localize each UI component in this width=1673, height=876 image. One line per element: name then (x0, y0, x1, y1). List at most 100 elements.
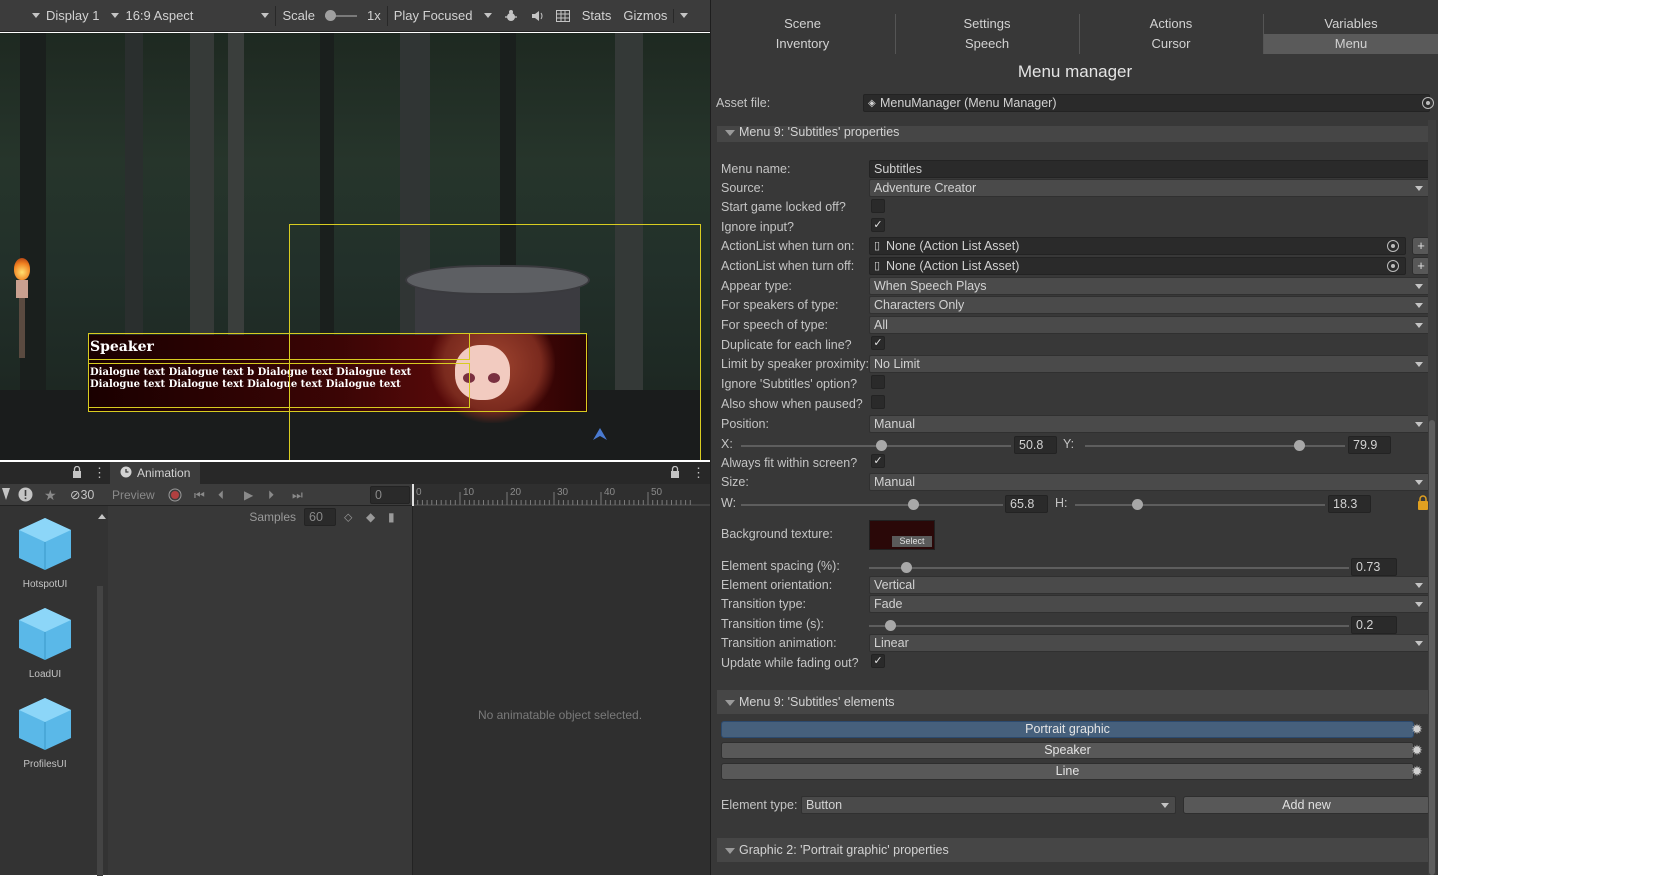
frame-input[interactable]: 0 (370, 486, 410, 504)
warning-icon[interactable] (18, 487, 33, 505)
more-menu-icon[interactable]: ⋮ (692, 465, 705, 481)
speech-type-dropdown[interactable]: All (869, 316, 1430, 334)
timeline-area[interactable] (412, 506, 710, 875)
star-icon[interactable]: ★ (44, 487, 57, 504)
tab-settings[interactable]: Settings (895, 14, 1078, 34)
speakers-type-dropdown[interactable]: Characters Only (869, 296, 1430, 314)
tab-inventory[interactable]: Inventory (711, 34, 894, 54)
element-portrait-graphic[interactable]: Portrait graphic (721, 721, 1414, 738)
al-off-field[interactable]: ▯ None (Action List Asset) (869, 257, 1406, 275)
transition-time-slider-track[interactable] (869, 625, 1349, 627)
tab-scene[interactable]: Scene (711, 14, 894, 34)
properties-header[interactable]: Menu 9: 'Subtitles' properties (717, 126, 1433, 142)
element-type-dropdown[interactable]: Button (801, 796, 1176, 814)
tab-cursor[interactable]: Cursor (1079, 34, 1262, 54)
audio-icon[interactable] (524, 0, 550, 31)
position-dropdown[interactable]: Manual (869, 415, 1430, 433)
record-icon[interactable] (168, 488, 182, 505)
gear-icon[interactable]: ✹ (1410, 722, 1424, 736)
menu-name-input[interactable]: Subtitles (869, 160, 1430, 178)
asset-hotspotui[interactable]: HotspotUI (0, 516, 90, 590)
element-line[interactable]: Line (721, 763, 1414, 780)
brush-icon[interactable] (2, 488, 10, 503)
add-event-icon[interactable]: ▮ (388, 510, 402, 524)
inspector-scroll-thumb[interactable] (1429, 420, 1435, 875)
h-input[interactable]: 18.3 (1328, 495, 1371, 513)
transition-type-dropdown[interactable]: Fade (869, 595, 1430, 613)
spacing-input[interactable]: 0.73 (1351, 558, 1397, 576)
show-paused-checkbox[interactable] (871, 395, 885, 409)
update-fading-checkbox[interactable]: ✓ (871, 654, 885, 668)
h-slider-track[interactable] (1075, 504, 1325, 506)
ignore-input-checkbox[interactable]: ✓ (871, 218, 885, 232)
gizmos-button[interactable]: Gizmos (617, 0, 694, 31)
asset-file-field[interactable]: ◈ MenuManager (Menu Manager) (863, 94, 1430, 112)
elements-header[interactable]: Menu 9: 'Subtitles' elements (717, 690, 1433, 714)
asset-profilesui[interactable]: ProfilesUI (0, 696, 90, 770)
object-picker-icon[interactable] (1387, 260, 1399, 272)
start-locked-checkbox[interactable] (871, 199, 885, 213)
bg-texture-field[interactable]: Select (869, 520, 935, 550)
transition-time-input[interactable]: 0.2 (1351, 616, 1397, 634)
gear-icon[interactable]: ✹ (1410, 764, 1424, 778)
bug-icon[interactable] (498, 0, 524, 31)
al-on-field[interactable]: ▯ None (Action List Asset) (869, 237, 1406, 255)
keyframe-diamond-icon[interactable]: ⬦ (344, 510, 358, 525)
display-dropdown[interactable]: Display 1 (0, 0, 105, 31)
grid-icon[interactable] (550, 0, 576, 31)
h-slider-handle[interactable] (1132, 499, 1143, 510)
y-slider-handle[interactable] (1294, 440, 1305, 451)
play-mode-dropdown[interactable]: Play Focused (388, 0, 498, 31)
x-slider-handle[interactable] (876, 440, 887, 451)
prev-frame-icon[interactable]: ⏴ (218, 488, 224, 503)
dup-line-checkbox[interactable]: ✓ (871, 336, 885, 350)
y-slider-track[interactable] (1085, 445, 1345, 447)
play-icon[interactable]: ▶ (244, 488, 253, 502)
proximity-dropdown[interactable]: No Limit (869, 355, 1430, 373)
ignore-subs-checkbox[interactable] (871, 375, 885, 389)
playhead[interactable] (412, 484, 414, 506)
timeline-ruler[interactable]: 0 10 20 30 40 50 (412, 484, 710, 506)
scale-control[interactable]: Scale 1x (276, 0, 386, 31)
samples-input[interactable]: 60 (304, 508, 336, 526)
tab-speech[interactable]: Speech (895, 34, 1078, 54)
scroll-up-icon[interactable] (98, 514, 106, 519)
tab-animation[interactable]: Animation (110, 462, 201, 484)
gear-icon[interactable]: ✹ (1410, 743, 1424, 757)
w-slider-track[interactable] (741, 504, 1003, 506)
x-input[interactable]: 50.8 (1014, 436, 1057, 454)
preview-toggle[interactable]: Preview (112, 488, 155, 502)
graphic-properties-header[interactable]: Graphic 2: 'Portrait graphic' properties (717, 838, 1433, 862)
spacing-slider-handle[interactable] (901, 562, 912, 573)
add-keyframe-icon[interactable]: ◆ (366, 510, 380, 524)
object-picker-icon[interactable] (1387, 240, 1399, 252)
hidden-count[interactable]: ⊘30 (70, 487, 94, 502)
transition-anim-dropdown[interactable]: Linear (869, 634, 1430, 652)
stats-button[interactable]: Stats (576, 0, 618, 31)
w-input[interactable]: 65.8 (1005, 495, 1048, 513)
transition-time-slider-handle[interactable] (885, 620, 896, 631)
add-new-button[interactable]: Add new (1183, 796, 1430, 814)
game-view[interactable]: Speaker Dialogue text Dialogue text b Di… (0, 33, 710, 460)
next-frame-icon[interactable]: ⏵ (268, 488, 274, 503)
first-frame-icon[interactable]: ⏮ (194, 488, 205, 503)
more-menu-icon[interactable]: ⋮ (93, 465, 106, 481)
element-speaker[interactable]: Speaker (721, 742, 1414, 759)
spacing-slider-track[interactable] (869, 567, 1349, 569)
object-picker-icon[interactable] (1422, 97, 1434, 109)
scrollbar[interactable] (97, 586, 103, 876)
lock-icon[interactable] (670, 465, 680, 481)
scale-slider[interactable] (325, 9, 357, 21)
last-frame-icon[interactable]: ⏭ (292, 488, 303, 503)
fit-screen-checkbox[interactable]: ✓ (871, 454, 885, 468)
tab-variables[interactable]: Variables (1263, 14, 1438, 34)
size-dropdown[interactable]: Manual (869, 473, 1430, 491)
select-texture-button[interactable]: Select (892, 536, 932, 547)
tab-menu[interactable]: Menu (1263, 34, 1438, 54)
asset-loadui[interactable]: LoadUI (0, 606, 90, 680)
source-dropdown[interactable]: Adventure Creator (869, 179, 1430, 197)
w-slider-handle[interactable] (908, 499, 919, 510)
y-input[interactable]: 79.9 (1348, 436, 1391, 454)
lock-icon[interactable] (72, 465, 82, 481)
aspect-dropdown[interactable]: 16:9 Aspect (105, 0, 275, 31)
